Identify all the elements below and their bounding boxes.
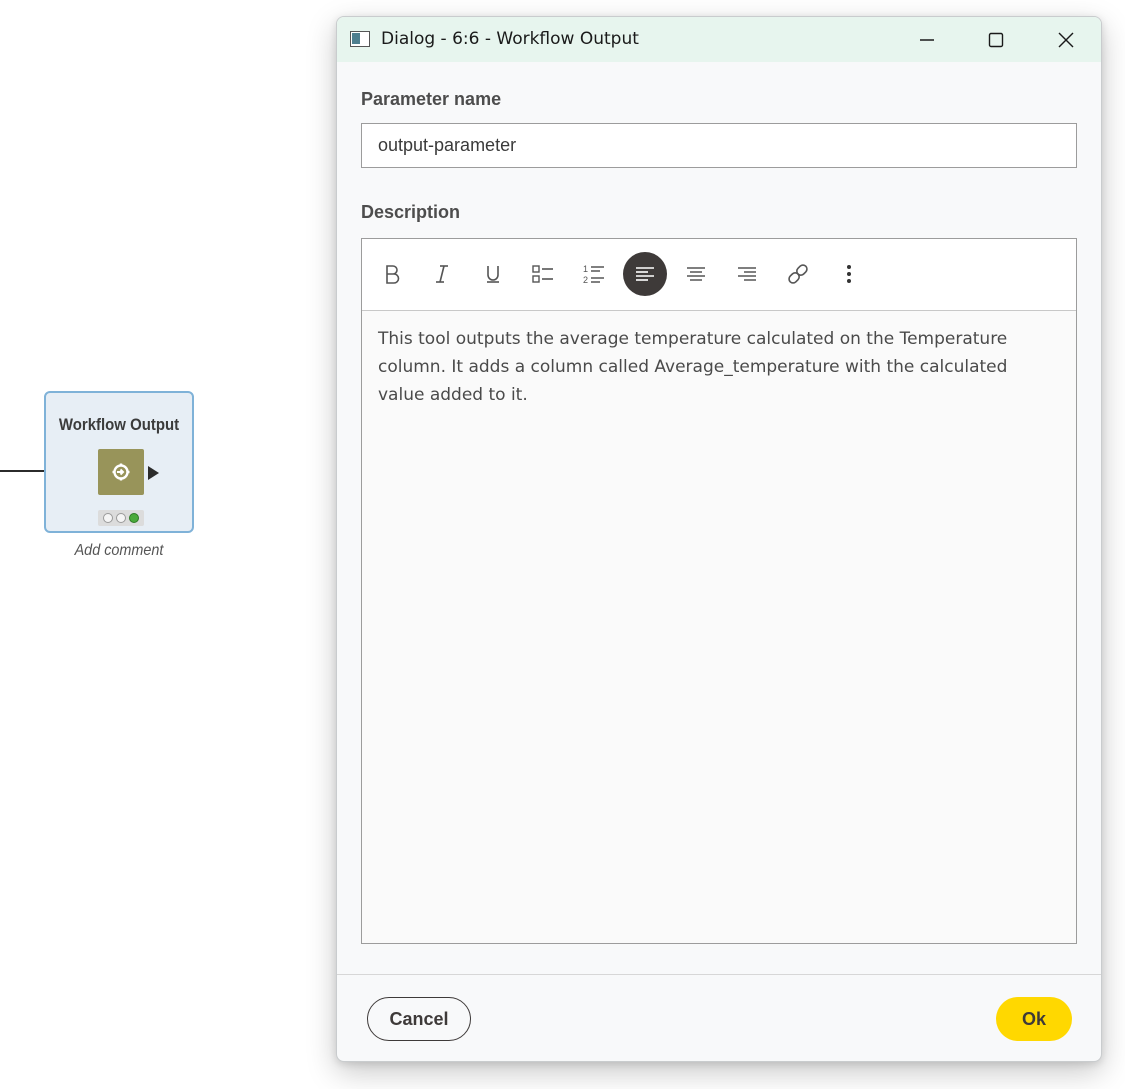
align-right-button[interactable] [725,252,769,296]
ok-button[interactable]: Ok [996,997,1072,1041]
rich-text-toolbar: 1 2 [362,239,1076,311]
more-options-button[interactable] [827,252,871,296]
status-light-green [129,513,139,523]
workflow-output-icon [112,463,130,481]
bullet-list-icon [532,265,553,283]
output-port-arrow[interactable] [148,466,159,480]
app-icon [350,31,370,47]
node-title: Workflow Output [58,415,180,434]
align-center-icon [687,267,705,281]
align-left-button[interactable] [623,252,667,296]
bullet-list-button[interactable] [521,252,565,296]
maximize-icon [988,32,1004,47]
node-status-lights [98,510,144,526]
maximize-button[interactable] [961,17,1031,62]
parameter-name-input[interactable] [361,123,1077,168]
align-right-icon [738,267,756,281]
minimize-icon [920,38,934,41]
description-text[interactable]: This tool outputs the average temperatur… [378,325,1038,409]
italic-icon [436,265,448,283]
numbered-list-icon: 1 2 [583,264,604,285]
link-button[interactable] [776,252,820,296]
minimize-button[interactable] [892,17,962,62]
underline-icon [487,266,499,283]
numbered-list-button[interactable]: 1 2 [572,252,616,296]
workflow-output-node[interactable]: Workflow Output [44,391,194,533]
parameter-name-label: Parameter name [361,89,502,109]
underline-button[interactable] [471,252,515,296]
workflow-output-dialog: Dialog - 6:6 - Workflow Output Parameter… [336,16,1102,1062]
link-icon [788,264,808,284]
status-light-red [103,513,113,523]
close-icon [1058,32,1074,47]
italic-button[interactable] [420,252,464,296]
status-light-yellow [116,513,126,523]
align-left-icon [636,267,654,281]
footer-divider [337,974,1101,975]
svg-text:1: 1 [583,264,588,274]
title-bar: Dialog - 6:6 - Workflow Output [337,17,1101,62]
align-center-button[interactable] [674,252,718,296]
svg-text:2: 2 [583,275,588,285]
node-body[interactable] [98,449,144,495]
description-editor[interactable]: 1 2 This tool outputs the average temper… [361,238,1077,944]
description-label: Description [361,202,461,222]
cancel-button[interactable]: Cancel [367,997,471,1041]
close-button[interactable] [1031,17,1101,62]
bold-icon [386,265,400,284]
bold-button[interactable] [370,252,414,296]
more-vertical-icon [847,265,851,283]
add-comment-label[interactable]: Add comment [52,542,187,560]
window-title: Dialog - 6:6 - Workflow Output [381,29,639,49]
